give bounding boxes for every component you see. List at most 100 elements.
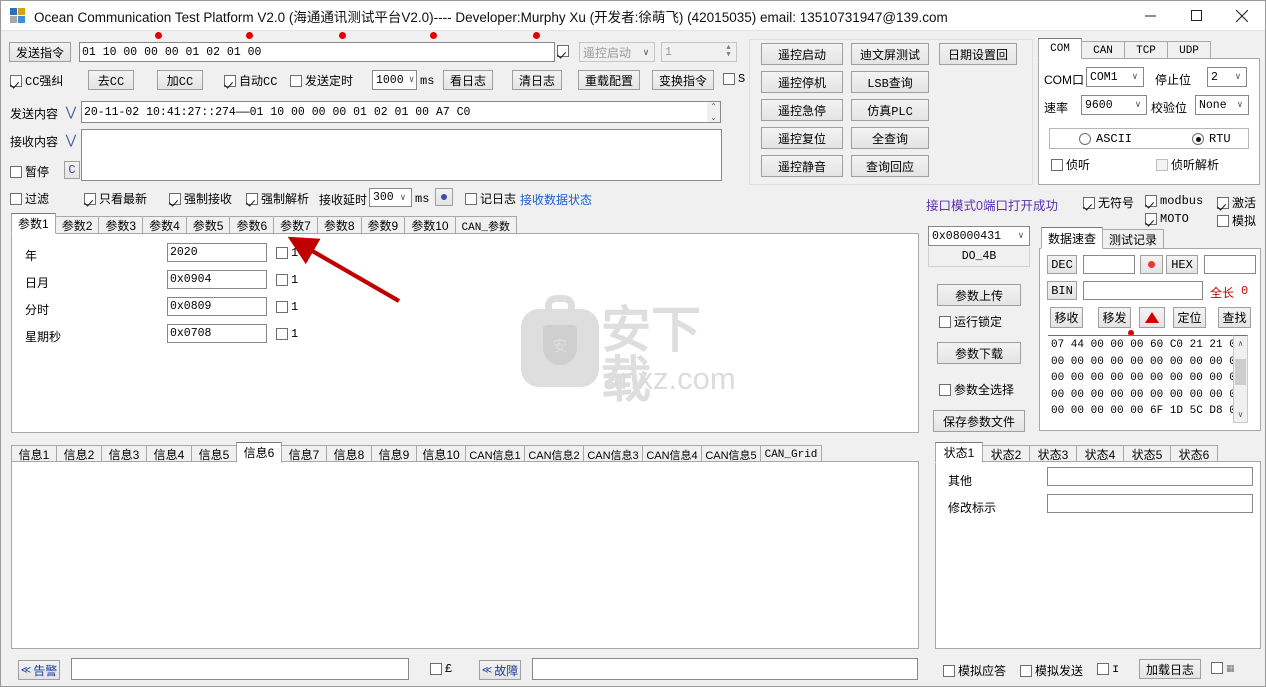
spinner-arrows-icon[interactable]: ▲ ▼ xyxy=(721,43,736,61)
shift-recv-button[interactable]: 移收 xyxy=(1050,307,1083,328)
hex-dump-view[interactable]: 07 44 00 00 00 60 C0 21 21 00 00 00 00 0… xyxy=(1048,335,1233,423)
cc-force-checkbox[interactable]: CC强纠 xyxy=(10,72,63,89)
tab-param-8[interactable]: 参数8 xyxy=(316,216,362,234)
bin-button[interactable]: BIN xyxy=(1047,281,1077,300)
add-cc-button[interactable]: 加CC xyxy=(157,70,203,90)
com-port-combo[interactable]: COM1 ∨ xyxy=(1086,67,1144,87)
scroll-down-icon[interactable]: ∨ xyxy=(1233,407,1248,422)
state-input-other[interactable] xyxy=(1047,467,1253,486)
baud-combo[interactable]: 9600 ∨ xyxy=(1081,95,1147,115)
unsigned-checkbox[interactable]: 无符号 xyxy=(1083,194,1134,211)
find-button[interactable]: 查找 xyxy=(1218,307,1251,328)
recv-data-state-link[interactable]: 接收数据状态 xyxy=(520,191,592,208)
recv-c-button[interactable]: C xyxy=(64,161,80,179)
tab-param-4[interactable]: 参数4 xyxy=(142,216,187,234)
pause-checkbox[interactable]: 暂停 xyxy=(10,163,49,180)
remote-stop-button[interactable]: 遥控停机 xyxy=(761,71,843,93)
fault-button[interactable]: ≪ 故障 xyxy=(479,660,521,680)
rtu-radio[interactable]: RTU xyxy=(1192,132,1231,146)
date-setting-back-button[interactable]: 日期设置回 xyxy=(939,43,1017,65)
force-parse-checkbox[interactable]: 强制解析 xyxy=(246,190,309,207)
alarm-input[interactable] xyxy=(71,658,409,680)
recv-delay-combo[interactable]: 300 ∨ xyxy=(369,188,412,207)
param-checkbox-minhour[interactable]: 1 xyxy=(276,300,298,314)
param-input-daymonth[interactable]: 0x0904 xyxy=(167,270,267,289)
fault-input[interactable] xyxy=(532,658,918,680)
convert-command-button[interactable]: 变换指令 xyxy=(652,70,714,90)
select-all-params-checkbox[interactable]: 参数全选择 xyxy=(939,381,1014,398)
scroll-up-icon[interactable]: ∧ xyxy=(1233,336,1248,351)
tab-info-6[interactable]: 信息6 xyxy=(236,442,282,463)
param-download-button[interactable]: 参数下载 xyxy=(937,342,1021,364)
tab-param-3[interactable]: 参数3 xyxy=(98,216,144,234)
command-input[interactable]: 01 10 00 00 00 01 02 01 00 xyxy=(79,42,555,62)
recv-content-textarea[interactable] xyxy=(81,129,722,181)
send-command-button[interactable]: 发送指令 xyxy=(9,42,71,62)
save-param-file-button[interactable]: 保存参数文件 xyxy=(933,410,1025,432)
minimize-button[interactable] xyxy=(1127,1,1173,31)
shift-send-button[interactable]: 移发 xyxy=(1098,307,1131,328)
bin-input[interactable] xyxy=(1083,281,1203,300)
reload-config-button[interactable]: 重载配置 xyxy=(578,70,640,90)
param-input-year[interactable]: 2020 xyxy=(167,243,267,262)
ascii-radio[interactable]: ASCII xyxy=(1079,132,1132,146)
scroll-up-triangle-button[interactable] xyxy=(1139,307,1165,328)
tab-data-quick[interactable]: 数据速查 xyxy=(1041,227,1104,249)
tab-com[interactable]: COM xyxy=(1038,38,1082,59)
remote-start-button[interactable]: 遥控启动 xyxy=(761,43,843,65)
dwin-screen-test-button[interactable]: 迪文屏测试 xyxy=(851,43,929,65)
dec-hex-convert-button[interactable] xyxy=(1140,255,1163,274)
dec-button[interactable]: DEC xyxy=(1047,255,1077,274)
param-checkbox-daymonth[interactable]: 1 xyxy=(276,273,298,287)
lsb-query-button[interactable]: LSB查询 xyxy=(851,71,929,93)
only-latest-checkbox[interactable]: 只看最新 xyxy=(84,190,147,207)
simulate-checkbox[interactable]: 模拟 xyxy=(1217,212,1256,229)
remote-estop-button[interactable]: 遥控急停 xyxy=(761,99,843,121)
filter-checkbox[interactable]: 过滤 xyxy=(10,190,49,207)
alarm-button[interactable]: ≪ 告警 xyxy=(18,660,60,680)
pound-checkbox[interactable]: £ xyxy=(430,662,452,676)
log-record-checkbox[interactable]: 记日志 xyxy=(465,190,516,207)
tab-param-1[interactable]: 参数1 xyxy=(11,213,56,234)
param-input-minhour[interactable]: 0x0809 xyxy=(167,297,267,316)
query-all-button[interactable]: 全查询 xyxy=(851,127,929,149)
tab-param-2[interactable]: 参数2 xyxy=(54,216,100,234)
active-checkbox[interactable]: 激活 xyxy=(1217,194,1256,211)
recv-indicator-button[interactable] xyxy=(435,188,453,206)
remote-reset-button[interactable]: 遥控复位 xyxy=(761,127,843,149)
clear-log-button[interactable]: 清日志 xyxy=(512,70,562,90)
simulate-plc-button[interactable]: 仿真PLC xyxy=(851,99,929,121)
tab-param-can[interactable]: CAN_参数 xyxy=(454,216,517,234)
remote-mode-combo[interactable]: 遥控启动 ∨ xyxy=(579,42,655,62)
last-checkbox[interactable]: ▦ xyxy=(1211,662,1235,674)
tab-tcp[interactable]: TCP xyxy=(1124,41,1168,59)
tab-param-6[interactable]: 参数6 xyxy=(229,216,275,234)
param-checkbox-year[interactable]: 1 xyxy=(276,246,298,260)
tab-udp[interactable]: UDP xyxy=(1167,41,1211,59)
param-upload-button[interactable]: 参数上传 xyxy=(937,284,1021,306)
remote-mute-button[interactable]: 遥控静音 xyxy=(761,155,843,177)
moto-checkbox[interactable]: MOTO xyxy=(1145,212,1189,226)
listen-checkbox[interactable]: 侦听 xyxy=(1051,156,1090,173)
force-receive-checkbox[interactable]: 强制接收 xyxy=(169,190,232,207)
modbus-checkbox[interactable]: modbus xyxy=(1145,194,1203,208)
load-log-button[interactable]: 加载日志 xyxy=(1139,659,1201,679)
tab-param-9[interactable]: 参数9 xyxy=(360,216,406,234)
query-response-button[interactable]: 查询回应 xyxy=(851,155,929,177)
index-spinner[interactable]: 1 ▲ ▼ xyxy=(661,42,737,62)
hex-button[interactable]: HEX xyxy=(1166,255,1198,274)
parity-combo[interactable]: None ∨ xyxy=(1195,95,1249,115)
send-content-scroll[interactable]: ⌃ ⌄ xyxy=(707,102,720,122)
tab-param-5[interactable]: 参数5 xyxy=(185,216,231,234)
send-content-display[interactable]: 20-11-02 10:41:27::274——01 10 00 00 00 0… xyxy=(81,101,721,123)
close-button[interactable] xyxy=(1219,1,1265,31)
listen-parse-checkbox[interactable]: 侦听解析 xyxy=(1156,156,1219,173)
address-combo[interactable]: 0x08000431 ∨ xyxy=(928,226,1030,246)
send-enable-checkbox[interactable] xyxy=(557,45,569,57)
tab-state-1[interactable]: 状态1 xyxy=(935,442,983,463)
maximize-button[interactable] xyxy=(1173,1,1219,31)
locate-button[interactable]: 定位 xyxy=(1173,307,1206,328)
auto-cc-checkbox[interactable]: 自动CC xyxy=(224,72,277,89)
sim-send-checkbox[interactable]: 模拟发送 xyxy=(1020,662,1083,679)
sim-reply-checkbox[interactable]: 模拟应答 xyxy=(943,662,1006,679)
